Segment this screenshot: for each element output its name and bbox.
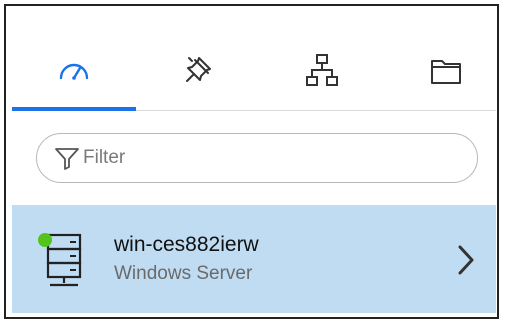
tab-pinned[interactable] — [136, 30, 260, 110]
tab-dashboard[interactable] — [12, 30, 136, 111]
item-title: win-ces882ierw — [114, 233, 259, 256]
filter-field[interactable] — [36, 133, 478, 183]
item-subtitle: Windows Server — [114, 263, 253, 284]
list-item[interactable]: win-ces882ierw Windows Server — [12, 205, 496, 313]
tab-topology[interactable] — [260, 30, 384, 110]
tab-files[interactable] — [384, 30, 505, 110]
folder-icon — [431, 60, 461, 84]
panel: win-ces882ierw Windows Server — [0, 0, 505, 323]
filter-input[interactable] — [81, 146, 445, 170]
chevron-right-icon[interactable] — [454, 243, 478, 277]
status-indicator — [38, 233, 52, 247]
filter-icon — [55, 148, 79, 170]
network-hierarchy-icon — [306, 54, 338, 86]
speedometer-icon — [59, 63, 89, 80]
pin-icon — [186, 57, 211, 82]
tab-bar — [12, 30, 496, 111]
